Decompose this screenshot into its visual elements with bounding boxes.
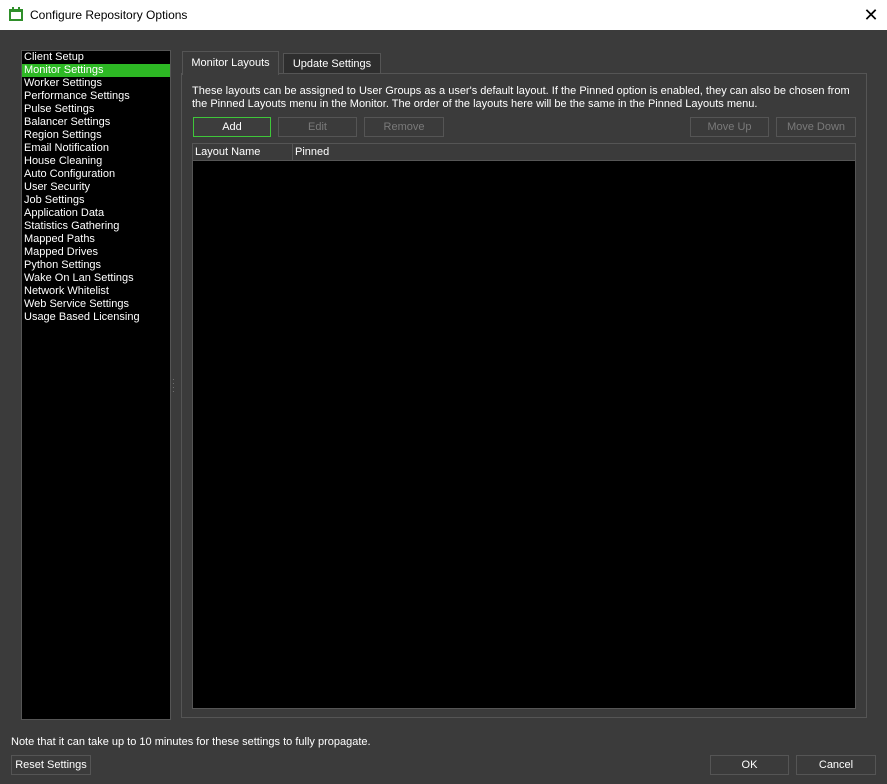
sidebar-item-job-settings[interactable]: Job Settings	[22, 194, 170, 207]
deadline-app-icon	[9, 7, 23, 21]
sidebar-item-client-setup[interactable]: Client Setup	[22, 51, 170, 64]
ok-button[interactable]: OK	[710, 755, 789, 775]
sidebar-item-statistics-gathering[interactable]: Statistics Gathering	[22, 220, 170, 233]
title-bar: Configure Repository Options ✕	[0, 0, 887, 30]
sidebar-item-wake-on-lan-settings[interactable]: Wake On Lan Settings	[22, 272, 170, 285]
sidebar-item-worker-settings[interactable]: Worker Settings	[22, 77, 170, 90]
sidebar-item-pulse-settings[interactable]: Pulse Settings	[22, 103, 170, 116]
sidebar-item-email-notification[interactable]: Email Notification	[22, 142, 170, 155]
layouts-description: These layouts can be assigned to User Gr…	[192, 85, 850, 110]
propagation-note: Note that it can take up to 10 minutes f…	[11, 736, 371, 748]
table-header: Layout Name Pinned	[193, 144, 855, 161]
tab-update-settings[interactable]: Update Settings	[283, 53, 381, 74]
sidebar-item-network-whitelist[interactable]: Network Whitelist	[22, 285, 170, 298]
column-header-layout-name[interactable]: Layout Name	[193, 144, 292, 161]
cancel-button[interactable]: Cancel	[796, 755, 876, 775]
reset-settings-button[interactable]: Reset Settings	[11, 755, 91, 775]
sidebar-item-balancer-settings[interactable]: Balancer Settings	[22, 116, 170, 129]
sidebar-item-application-data[interactable]: Application Data	[22, 207, 170, 220]
tab-monitor-layouts[interactable]: Monitor Layouts	[182, 51, 279, 75]
remove-button[interactable]: Remove	[364, 117, 444, 137]
close-icon[interactable]: ✕	[856, 2, 886, 28]
sidebar-item-auto-configuration[interactable]: Auto Configuration	[22, 168, 170, 181]
add-button[interactable]: Add	[193, 117, 271, 137]
move-down-button[interactable]: Move Down	[776, 117, 856, 137]
sidebar-item-performance-settings[interactable]: Performance Settings	[22, 90, 170, 103]
sidebar-item-python-settings[interactable]: Python Settings	[22, 259, 170, 272]
sidebar-item-house-cleaning[interactable]: House Cleaning	[22, 155, 170, 168]
settings-category-list[interactable]: Client Setup Monitor Settings Worker Setti…	[21, 50, 171, 720]
sidebar-item-web-service-settings[interactable]: Web Service Settings	[22, 298, 170, 311]
sidebar-item-mapped-drives[interactable]: Mapped Drives	[22, 246, 170, 259]
sidebar-item-user-security[interactable]: User Security	[22, 181, 170, 194]
edit-button[interactable]: Edit	[278, 117, 357, 137]
sidebar-item-mapped-paths[interactable]: Mapped Paths	[22, 233, 170, 246]
splitter-handle[interactable]: · · · ·	[172, 376, 175, 396]
sidebar-item-usage-based-licensing[interactable]: Usage Based Licensing	[22, 311, 170, 324]
sidebar-item-region-settings[interactable]: Region Settings	[22, 129, 170, 142]
move-up-button[interactable]: Move Up	[690, 117, 769, 137]
layouts-table[interactable]: Layout Name Pinned	[192, 143, 856, 709]
sidebar-item-monitor-settings[interactable]: Monitor Settings	[22, 64, 170, 77]
window-title: Configure Repository Options	[30, 8, 188, 22]
column-header-pinned[interactable]: Pinned	[292, 144, 855, 161]
